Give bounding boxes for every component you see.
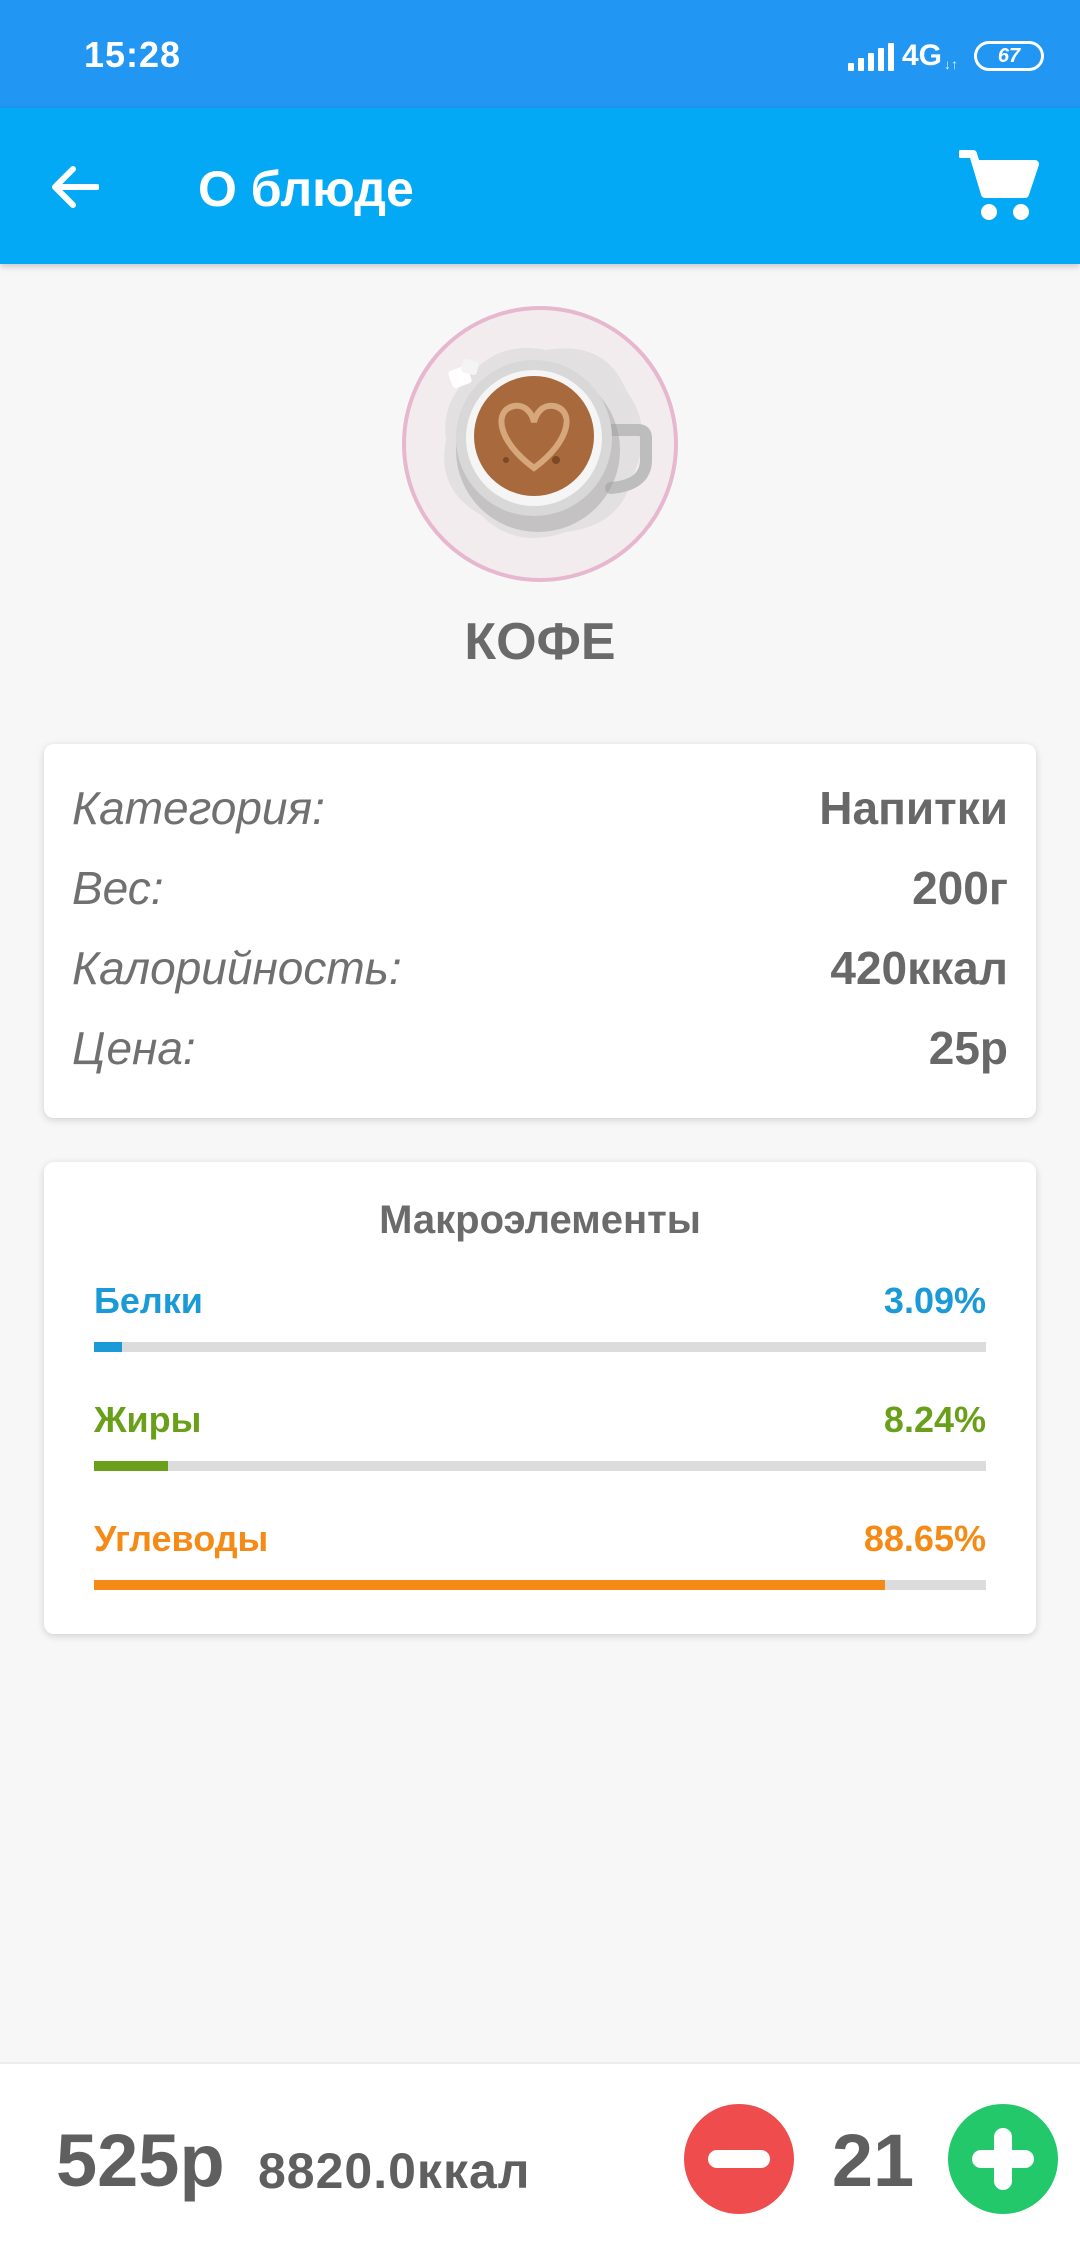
info-value: 25р: [928, 1022, 1008, 1074]
macro-value: 8.24%: [883, 1399, 986, 1440]
macro-progress-fill: [94, 1580, 885, 1590]
quantity-value: 21: [831, 2119, 915, 2202]
dish-info-card: Категория: Напитки Вес: 200г Калорийност…: [44, 744, 1036, 1118]
info-row-calories: Калорийность: 420ккал: [72, 938, 1008, 998]
dish-name: КОФЕ: [464, 613, 616, 671]
macro-progress-track: [94, 1580, 986, 1590]
info-value: 420ккал: [830, 942, 1008, 994]
info-label: Цена:: [72, 1022, 196, 1074]
macro-label: Белки: [94, 1280, 203, 1321]
info-value: Напитки: [819, 782, 1008, 834]
macro-value: 88.65%: [863, 1518, 986, 1559]
dish-image: [402, 306, 678, 582]
macro-progress-track: [94, 1461, 986, 1471]
macros-title: Макроэлементы: [379, 1198, 701, 1242]
arrow-left-icon: [52, 166, 99, 208]
info-row-price: Цена: 25р: [72, 1018, 1008, 1078]
info-value: 200г: [912, 862, 1008, 914]
network-activity-icon: ↓↑: [944, 56, 958, 72]
status-indicators: 4G ↓↑ 67: [847, 38, 1044, 74]
macro-row-protein: Белки 3.09%: [94, 1280, 986, 1380]
status-bar: 15:28 4G ↓↑ 67: [0, 0, 1080, 108]
back-button[interactable]: [42, 154, 108, 220]
increase-quantity-button[interactable]: [948, 2104, 1058, 2214]
info-label: Категория:: [72, 782, 325, 834]
macro-progress-track: [94, 1342, 986, 1352]
macro-row-fat: Жиры 8.24%: [94, 1399, 986, 1499]
total-price: 525р: [56, 2119, 225, 2202]
macro-label: Углеводы: [94, 1518, 269, 1559]
total-calories: 8820.0ккал: [258, 2143, 531, 2199]
macro-label: Жиры: [94, 1399, 202, 1440]
info-row-category: Категория: Напитки: [72, 778, 1008, 838]
order-bar: 525р 8820.0ккал 21: [0, 2062, 1080, 2248]
battery-level: 67: [997, 44, 1021, 67]
page-title: О блюде: [198, 161, 414, 217]
network-type: 4G: [901, 39, 942, 72]
info-label: Калорийность:: [72, 942, 402, 994]
info-row-weight: Вес: 200г: [72, 858, 1008, 918]
coffee-cup-image: [444, 348, 652, 539]
status-time: 15:28: [84, 34, 182, 75]
macro-progress-fill: [94, 1461, 168, 1471]
macro-row-carbs: Углеводы 88.65%: [94, 1518, 986, 1618]
macro-value: 3.09%: [883, 1280, 986, 1321]
app-bar: О блюде: [0, 108, 1080, 264]
battery-icon: 67: [974, 41, 1044, 71]
info-label: Вес:: [72, 862, 164, 914]
decrease-quantity-button[interactable]: [684, 2104, 794, 2214]
macro-progress-fill: [94, 1342, 122, 1352]
shopping-cart-icon: [959, 150, 1039, 220]
signal-icon: [847, 41, 894, 71]
cart-button[interactable]: [954, 144, 1044, 228]
macros-card: Макроэлементы Белки 3.09% Жиры 8.24% Угл…: [44, 1162, 1036, 1634]
